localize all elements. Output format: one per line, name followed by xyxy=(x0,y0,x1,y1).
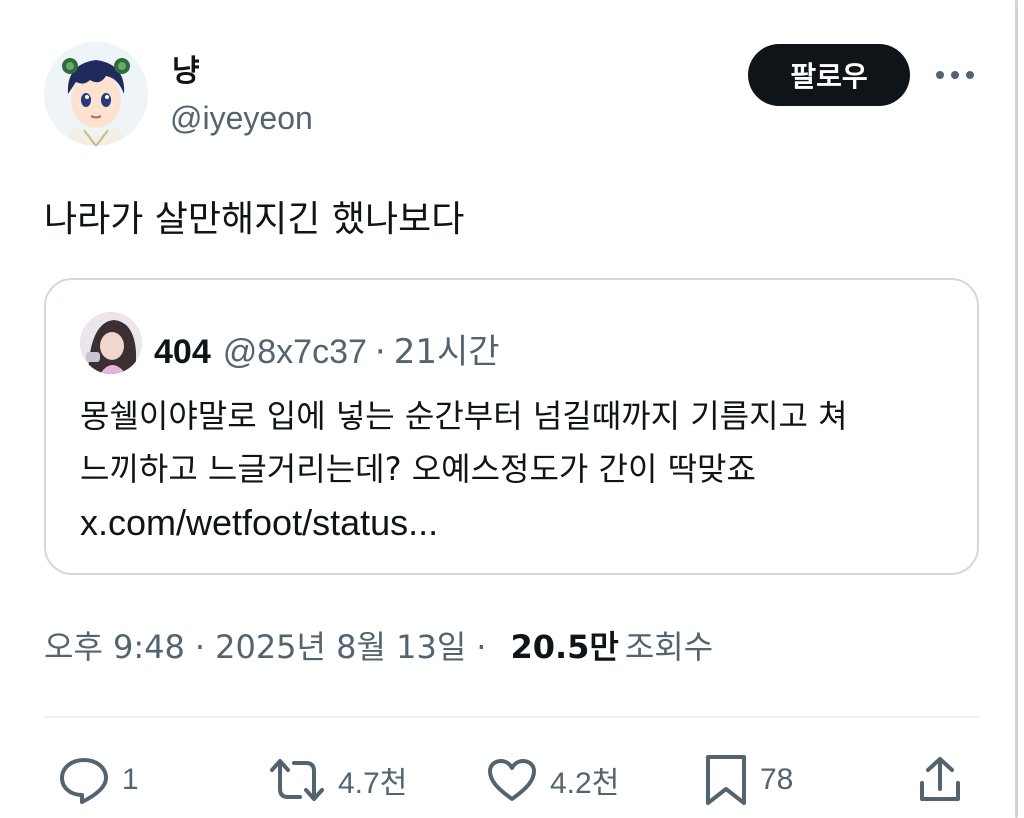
quote-author-avatar xyxy=(80,312,142,374)
views-count[interactable]: 20.5만 xyxy=(510,622,618,668)
quote-header: 404 @8x7c37 · 21시간 xyxy=(154,324,500,373)
views-label: 조회수 xyxy=(624,628,714,666)
quote-link[interactable]: x.com/wetfoot/status... xyxy=(80,496,960,549)
repost-icon xyxy=(270,759,324,801)
quote-text-line: 느끼하고 느글거리는데? 오예스정도가 간이 딱맞죠 xyxy=(80,450,756,488)
scrollbar-thumb[interactable] xyxy=(1015,0,1018,818)
author-display-name[interactable]: 냥 xyxy=(172,46,200,90)
quote-text-line: 몽쉘이야말로 입에 넣는 순간부터 넘길때까지 기름지고 쳐 xyxy=(80,397,848,435)
quote-body: 몽쉘이야말로 입에 넣는 순간부터 넘길때까지 기름지고 쳐 느끼하고 느글거리… xyxy=(80,390,960,549)
avatar-image xyxy=(44,42,148,146)
more-options-button[interactable] xyxy=(932,56,978,94)
divider xyxy=(44,716,979,718)
follow-button[interactable]: 팔로우 xyxy=(748,44,910,106)
quoted-tweet-card[interactable]: 404 @8x7c37 · 21시간 몽쉘이야말로 입에 넣는 순간부터 넘길때… xyxy=(44,278,979,575)
quote-timestamp[interactable]: 21시간 xyxy=(394,324,500,373)
reply-icon xyxy=(60,758,108,804)
repost-button[interactable]: 4.7천 xyxy=(268,752,407,808)
scrollbar[interactable] xyxy=(1012,0,1024,818)
quote-avatar-image xyxy=(80,312,142,374)
share-icon xyxy=(920,757,960,801)
bookmark-button[interactable]: 78 xyxy=(704,752,793,808)
reply-button[interactable]: 1 xyxy=(58,752,139,808)
bookmark-count: 78 xyxy=(760,763,794,796)
repost-count: 4.7천 xyxy=(338,767,408,800)
bookmark-icon xyxy=(706,755,746,805)
meta-separator: · xyxy=(476,628,487,666)
tweet-meta: 오후 9:48 · 2025년 8월 13일 · 20.5만 조회수 xyxy=(44,622,713,668)
like-count: 4.2천 xyxy=(550,767,620,800)
tweet-date[interactable]: 2025년 8월 13일 xyxy=(215,622,466,668)
heart-icon xyxy=(488,759,536,801)
tweet-text: 나라가 살만해지긴 했나보다 xyxy=(44,199,465,240)
reply-count: 1 xyxy=(122,763,139,796)
quote-author-name[interactable]: 404 xyxy=(154,333,211,372)
author-avatar[interactable] xyxy=(44,42,148,146)
author-handle[interactable]: @iyeyeon xyxy=(170,100,313,137)
meta-separator: · xyxy=(194,628,206,666)
more-horizontal-icon xyxy=(936,71,974,79)
share-button[interactable] xyxy=(916,752,964,808)
quote-separator: · xyxy=(374,332,386,372)
like-button[interactable]: 4.2천 xyxy=(486,752,619,808)
tweet-time[interactable]: 오후 9:48 xyxy=(44,622,185,668)
quote-author-handle[interactable]: @8x7c37 xyxy=(223,333,367,372)
